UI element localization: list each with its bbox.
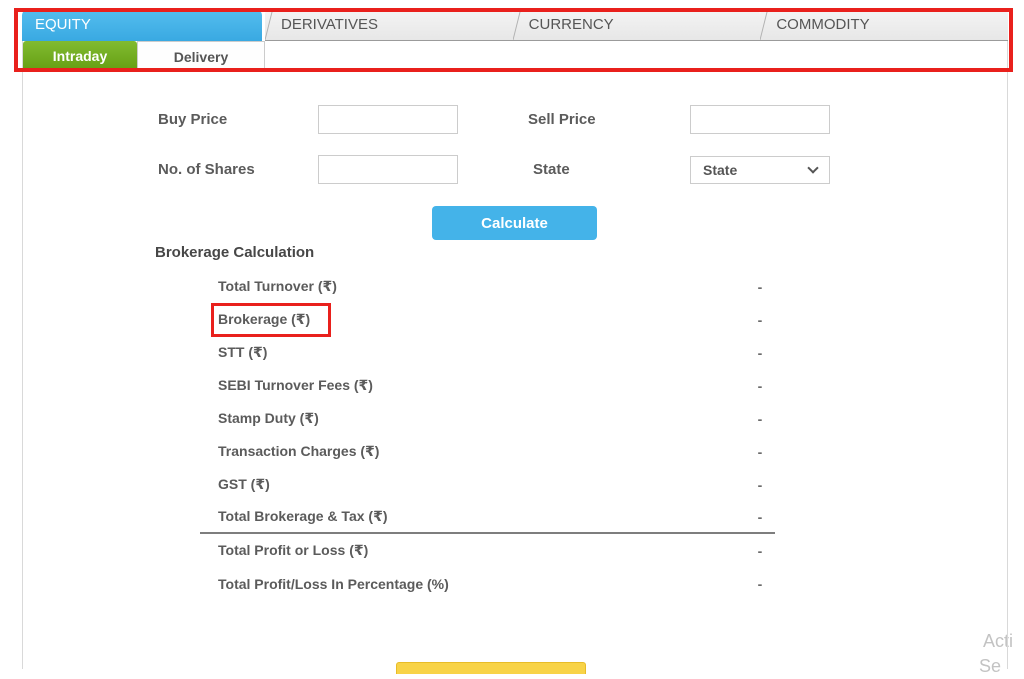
result-row-value: - <box>745 279 775 295</box>
result-row: Transaction Charges (₹) - <box>200 435 775 468</box>
result-row: Total Brokerage & Tax (₹) - <box>200 501 775 534</box>
state-select[interactable]: State <box>690 156 830 184</box>
sell-price-label: Sell Price <box>528 111 596 128</box>
result-row-label: Stamp Duty (₹) <box>200 410 319 427</box>
result-row: GST (₹) - <box>200 468 775 501</box>
result-row-label: Brokerage (₹) <box>200 311 310 328</box>
result-row-label: GST (₹) <box>200 476 270 493</box>
tab-label: CURRENCY <box>529 16 614 33</box>
result-row-value: - <box>745 312 775 328</box>
result-row-value: - <box>745 576 775 592</box>
tab-label: EQUITY <box>35 16 91 33</box>
trade-type-subtabs: Intraday Delivery <box>23 41 265 72</box>
result-row: Stamp Duty (₹) - <box>200 402 775 435</box>
trade-type-subtab[interactable]: Intraday <box>23 41 137 72</box>
subtab-label: Intraday <box>53 48 107 64</box>
asset-class-tab[interactable]: COMMODITY <box>760 10 1008 41</box>
result-row-value: - <box>745 543 775 559</box>
result-row-label: Total Profit/Loss In Percentage (%) <box>200 576 449 592</box>
result-row-value: - <box>745 509 775 525</box>
result-row-label: STT (₹) <box>200 344 267 361</box>
chevron-down-icon <box>807 162 818 173</box>
result-row-label: SEBI Turnover Fees (₹) <box>200 377 373 394</box>
result-row-label: Total Profit or Loss (₹) <box>200 542 368 559</box>
result-row: Total Profit or Loss (₹) - <box>200 534 775 567</box>
bottom-cta-button[interactable] <box>396 662 586 674</box>
state-label: State <box>533 161 570 178</box>
buy-price-label: Buy Price <box>158 111 227 128</box>
result-row: Total Turnover (₹) - <box>200 270 775 303</box>
result-row-label: Transaction Charges (₹) <box>200 443 379 460</box>
result-row: Total Profit/Loss In Percentage (%) - <box>200 567 775 600</box>
result-row-value: - <box>745 378 775 394</box>
result-row-label: Total Brokerage & Tax (₹) <box>200 508 387 525</box>
results-heading: Brokerage Calculation <box>155 244 314 261</box>
shares-label: No. of Shares <box>158 161 255 178</box>
asset-class-tab[interactable]: EQUITY <box>22 10 262 41</box>
tab-label: DERIVATIVES <box>281 16 378 33</box>
result-row-label: Total Turnover (₹) <box>200 278 337 295</box>
result-row: Brokerage (₹) - <box>200 303 775 336</box>
result-row-value: - <box>745 477 775 493</box>
asset-class-tab[interactable]: DERIVATIVES <box>265 10 513 41</box>
buy-price-input[interactable] <box>318 105 458 134</box>
asset-class-tabbar: EQUITY DERIVATIVES CURRENCY COMMODITY <box>22 10 1008 41</box>
state-select-value: State <box>703 162 809 178</box>
result-row-value: - <box>745 345 775 361</box>
result-row: SEBI Turnover Fees (₹) - <box>200 369 775 402</box>
result-row: STT (₹) - <box>200 336 775 369</box>
results-list: Total Turnover (₹) - Brokerage (₹) - STT… <box>200 270 775 600</box>
shares-input[interactable] <box>318 155 458 184</box>
tab-label: COMMODITY <box>776 16 869 33</box>
calculate-button[interactable]: Calculate <box>432 206 597 240</box>
asset-class-tab[interactable]: CURRENCY <box>513 10 761 41</box>
sell-price-input[interactable] <box>690 105 830 134</box>
result-row-value: - <box>745 444 775 460</box>
result-row-value: - <box>745 411 775 427</box>
subtab-label: Delivery <box>174 49 228 65</box>
trade-type-subtab[interactable]: Delivery <box>137 41 265 72</box>
